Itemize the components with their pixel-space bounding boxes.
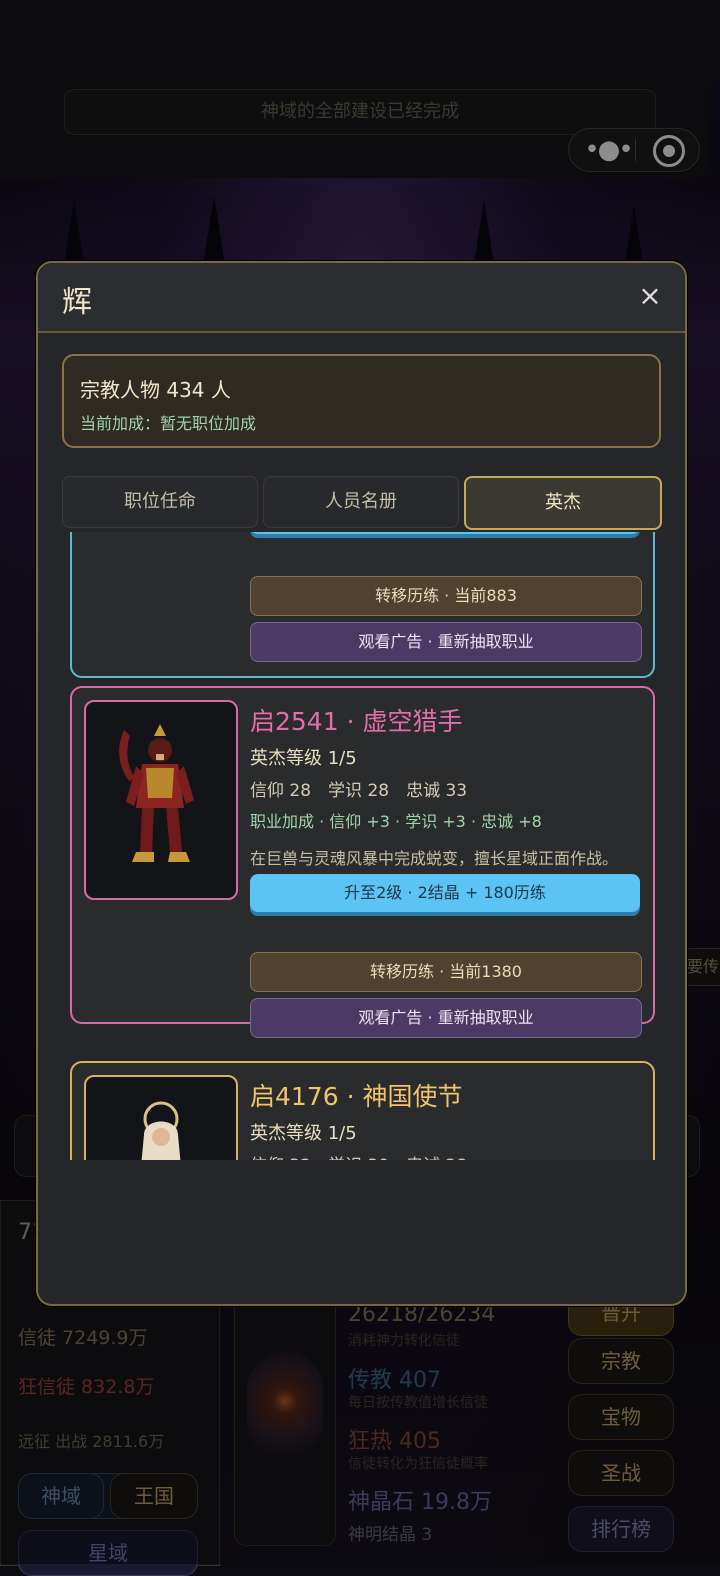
hero-name: 启4176 · 神国使节	[250, 1082, 463, 1111]
white-robed-priestess-icon	[141, 1101, 181, 1160]
religion-summary: 宗教人物 434 人 当前加成：暂无职位加成	[62, 354, 661, 448]
modal-title: 辉	[62, 285, 92, 320]
hero-portrait	[84, 1075, 238, 1160]
hero-card: 转移历练 · 当前883 观看广告 · 重新抽取职业	[70, 532, 655, 678]
watch-ad-reroll-button[interactable]: 观看广告 · 重新抽取职业	[250, 998, 642, 1038]
hero-card: 启4176 · 神国使节 英杰等级 1/5 信仰 32 学识 30 忠诚 28	[70, 1061, 655, 1160]
upgrade-button[interactable]: 升至2级 · 2结晶 + 180历练	[250, 874, 640, 912]
hero-modal: 辉 × 宗教人物 434 人 当前加成：暂无职位加成 职位任命 人员名册 英杰 …	[36, 261, 687, 1306]
tab-personnel-roster[interactable]: 人员名册	[263, 476, 459, 528]
transfer-experience-button[interactable]: 转移历练 · 当前1380	[250, 952, 642, 992]
transfer-experience-button[interactable]: 转移历练 · 当前883	[250, 576, 642, 616]
hero-stats: 信仰 32 学识 30 忠诚 28	[250, 1151, 467, 1160]
hero-stats: 信仰 28 学识 28 忠诚 33	[250, 781, 468, 801]
upgrade-button[interactable]	[250, 532, 640, 534]
hero-list[interactable]: 转移历练 · 当前883 观看广告 · 重新抽取职业 启2541 · 虚空猎手 …	[68, 532, 658, 1160]
hero-card: 启2541 · 虚空猎手 英杰等级 1/5 信仰 28 学识 28 忠诚 33 …	[70, 686, 655, 1038]
watch-ad-reroll-button[interactable]: 观看广告 · 重新抽取职业	[250, 622, 642, 662]
hero-description: 在巨兽与灵魂风暴中完成蜕变，擅长星域正面作战。	[250, 849, 619, 868]
red-armored-warrior-icon	[119, 724, 194, 862]
tab-position-appointment[interactable]: 职位任命	[62, 476, 258, 528]
tab-heroes[interactable]: 英杰	[464, 476, 662, 530]
current-bonus: 当前加成：暂无职位加成	[80, 414, 257, 433]
close-icon[interactable]: ×	[635, 281, 665, 311]
hero-level: 英杰等级 1/5	[250, 748, 357, 769]
profession-bonus: 职业加成 · 信仰 +3 · 学识 +3 · 忠诚 +8	[250, 812, 542, 831]
hero-name: 启2541 · 虚空猎手	[250, 707, 463, 736]
modal-header: 辉 ×	[38, 263, 685, 333]
hero-level: 英杰等级 1/5	[250, 1123, 357, 1144]
hero-portrait	[84, 700, 238, 900]
religious-figure-count: 宗教人物 434 人	[80, 378, 231, 402]
